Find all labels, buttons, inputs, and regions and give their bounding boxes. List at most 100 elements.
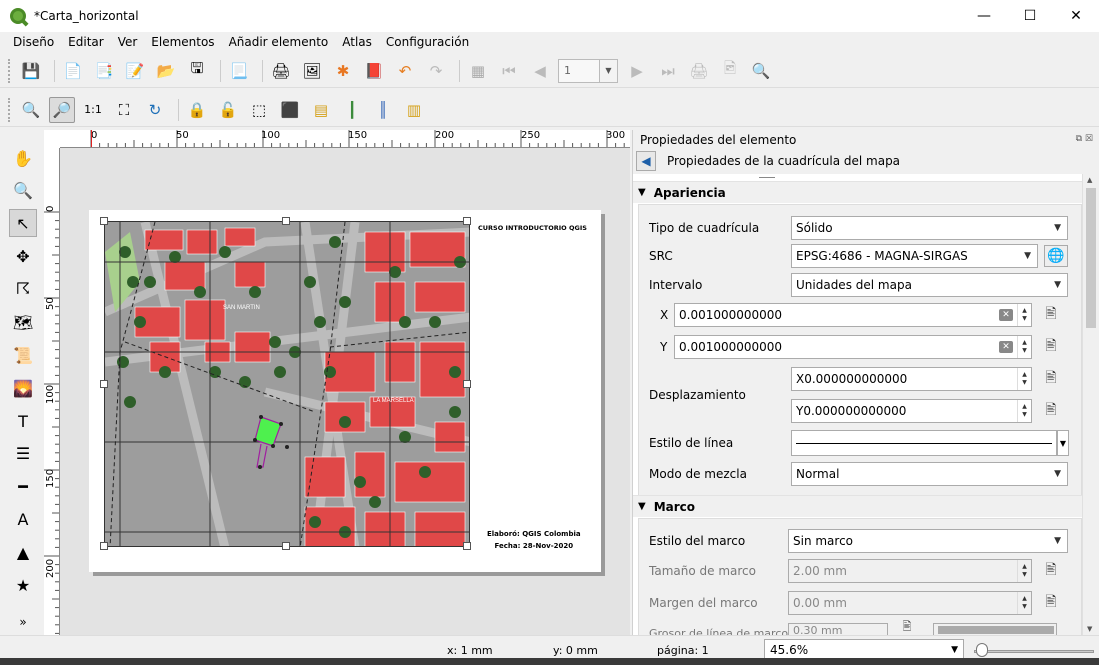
menu-diseno[interactable]: Diseño: [6, 35, 61, 49]
page-setup-icon[interactable]: 📃: [226, 58, 252, 84]
add-north-arrow-icon[interactable]: A: [9, 505, 37, 533]
resize-handle[interactable]: [282, 217, 290, 225]
lock-items-icon[interactable]: 🔒: [184, 97, 210, 123]
spin-arrows-icon[interactable]: ▲ ▼: [1017, 336, 1031, 358]
zoom-tool-icon[interactable]: 🔍: [9, 176, 37, 204]
add-marker-icon[interactable]: ★: [9, 571, 37, 599]
menu-ver[interactable]: Ver: [111, 35, 145, 49]
print-icon[interactable]: 🖨: [268, 58, 294, 84]
frame-style-combo[interactable]: Sin marco ▼: [788, 529, 1068, 553]
undo-icon[interactable]: ↶: [392, 58, 418, 84]
resize-handle[interactable]: [282, 542, 290, 550]
minimize-button[interactable]: —: [961, 0, 1007, 32]
atlas-page-dropdown[interactable]: ▼: [600, 58, 618, 83]
layout-canvas[interactable]: SAN MARTIN LA MARSELLA CURSO INTRODUCTOR…: [60, 148, 630, 635]
interval-x-spinbox[interactable]: 0.001000000000 ✕ ▲ ▼: [674, 303, 1032, 327]
align-items-icon[interactable]: ┃: [339, 97, 365, 123]
export-pdf-icon[interactable]: 📕: [361, 58, 387, 84]
grid-type-combo[interactable]: Sólido ▼: [791, 216, 1068, 240]
blend-mode-combo[interactable]: Normal ▼: [791, 462, 1068, 486]
more-tools-icon[interactable]: »: [9, 608, 37, 636]
first-feature-icon[interactable]: ⏮: [496, 58, 522, 84]
frame-margin-spinbox[interactable]: 0.00 mm ▲ ▼: [788, 591, 1032, 615]
data-defined-override-icon[interactable]: 🖹: [1039, 560, 1063, 582]
zoom-slider[interactable]: [974, 650, 1094, 653]
group-items-icon[interactable]: ⬚: [246, 97, 272, 123]
previous-feature-icon[interactable]: ◀: [527, 58, 553, 84]
back-arrow-icon[interactable]: ◀: [636, 151, 656, 171]
atlas-preview-icon[interactable]: ▦: [465, 58, 491, 84]
zoom-slider-handle[interactable]: [976, 643, 988, 657]
open-template-icon[interactable]: 📂: [153, 58, 179, 84]
spin-arrows-icon[interactable]: ▲ ▼: [1017, 400, 1031, 422]
add-scalebar-icon[interactable]: ━: [9, 472, 37, 500]
print-atlas-icon[interactable]: 🖨: [686, 58, 712, 84]
menu-configuracion[interactable]: Configuración: [379, 35, 476, 49]
frame-color-button[interactable]: [933, 623, 1057, 635]
atlas-page-input[interactable]: 1: [558, 58, 600, 83]
section-appearance[interactable]: ▼ Apariencia: [633, 181, 1083, 203]
spin-arrows-icon[interactable]: ▲ ▼: [1017, 304, 1031, 326]
menu-elementos[interactable]: Elementos: [144, 35, 221, 49]
next-feature-icon[interactable]: ▶: [624, 58, 650, 84]
line-style-dropdown[interactable]: ▼: [1057, 430, 1069, 456]
raise-items-icon[interactable]: ▤: [308, 97, 334, 123]
line-style-button[interactable]: [791, 430, 1057, 456]
last-feature-icon[interactable]: ⏭: [655, 58, 681, 84]
resize-handle[interactable]: [463, 217, 471, 225]
spin-arrows-icon[interactable]: ▲ ▼: [1017, 368, 1031, 390]
maximize-button[interactable]: ☐: [1007, 0, 1053, 32]
resize-items-icon[interactable]: ▥: [401, 97, 427, 123]
clear-icon[interactable]: ✕: [999, 341, 1013, 353]
interval-y-spinbox[interactable]: 0.001000000000 ✕ ▲ ▼: [674, 335, 1032, 359]
export-image-icon[interactable]: 🖼: [299, 58, 325, 84]
select-move-icon[interactable]: ↖: [9, 209, 37, 237]
zoom-out-icon[interactable]: 🔎: [49, 96, 75, 123]
spin-arrows-icon[interactable]: ▲ ▼: [1017, 592, 1031, 614]
add-picture-icon[interactable]: 🌄: [9, 374, 37, 402]
panel-scrollbar[interactable]: ▲ ▼: [1082, 174, 1099, 635]
add-map-icon[interactable]: 🗺: [9, 308, 37, 336]
clear-icon[interactable]: ✕: [999, 309, 1013, 321]
add-legend-icon[interactable]: ☰: [9, 439, 37, 467]
resize-handle[interactable]: [100, 542, 108, 550]
data-defined-override-icon[interactable]: 🖹: [1039, 368, 1063, 390]
add-label-icon[interactable]: T: [9, 407, 37, 435]
frame-line-spinbox[interactable]: 0.30 mm: [788, 623, 888, 635]
refresh-icon[interactable]: ↻: [142, 97, 168, 123]
redo-icon[interactable]: ↷: [423, 58, 449, 84]
data-defined-override-icon[interactable]: 🖹: [1039, 304, 1063, 326]
resize-handle[interactable]: [463, 380, 471, 388]
export-atlas-icon[interactable]: 🖻: [717, 58, 743, 84]
export-svg-icon[interactable]: ✱: [330, 58, 356, 84]
pan-icon[interactable]: ✋: [9, 144, 37, 172]
scrollbar-thumb[interactable]: [1086, 188, 1096, 328]
section-frame[interactable]: ▼ Marco: [633, 495, 1083, 517]
menu-anadir-elemento[interactable]: Añadir elemento: [222, 35, 336, 49]
panel-dock-buttons[interactable]: ⧉ ☒: [1076, 134, 1093, 144]
duplicate-layout-icon[interactable]: 📑: [91, 58, 117, 84]
zoom-in-icon[interactable]: 🔍: [18, 97, 44, 123]
close-button[interactable]: ✕: [1053, 0, 1099, 32]
data-defined-override-icon[interactable]: 🖹: [1039, 592, 1063, 614]
data-defined-override-icon[interactable]: 🖹: [1039, 336, 1063, 358]
offset-x-spinbox[interactable]: X0.000000000000 ▲ ▼: [791, 367, 1032, 391]
zoom-full-icon[interactable]: ⛶: [111, 97, 137, 123]
move-content-icon[interactable]: ✥: [9, 242, 37, 270]
resize-handle[interactable]: [100, 217, 108, 225]
interval-combo[interactable]: Unidades del mapa ▼: [791, 273, 1068, 297]
spin-arrows-icon[interactable]: ▲ ▼: [1017, 560, 1031, 582]
map-item[interactable]: SAN MARTIN LA MARSELLA: [104, 221, 470, 547]
atlas-settings-icon[interactable]: 🔍: [748, 58, 774, 84]
menu-editar[interactable]: Editar: [61, 35, 111, 49]
offset-y-spinbox[interactable]: Y0.000000000000 ▲ ▼: [791, 399, 1032, 423]
ungroup-items-icon[interactable]: ⬛: [277, 97, 303, 123]
zoom-actual-icon[interactable]: 1:1: [80, 97, 106, 123]
crs-selector-icon[interactable]: 🌐: [1044, 245, 1068, 267]
distribute-items-icon[interactable]: ║: [370, 97, 396, 123]
save-template-icon[interactable]: 🖫: [184, 58, 210, 84]
resize-handle[interactable]: [100, 380, 108, 388]
unlock-items-icon[interactable]: 🔓: [215, 97, 241, 123]
save-icon[interactable]: 💾: [18, 58, 44, 84]
data-defined-override-icon[interactable]: 🖹: [1039, 400, 1063, 422]
